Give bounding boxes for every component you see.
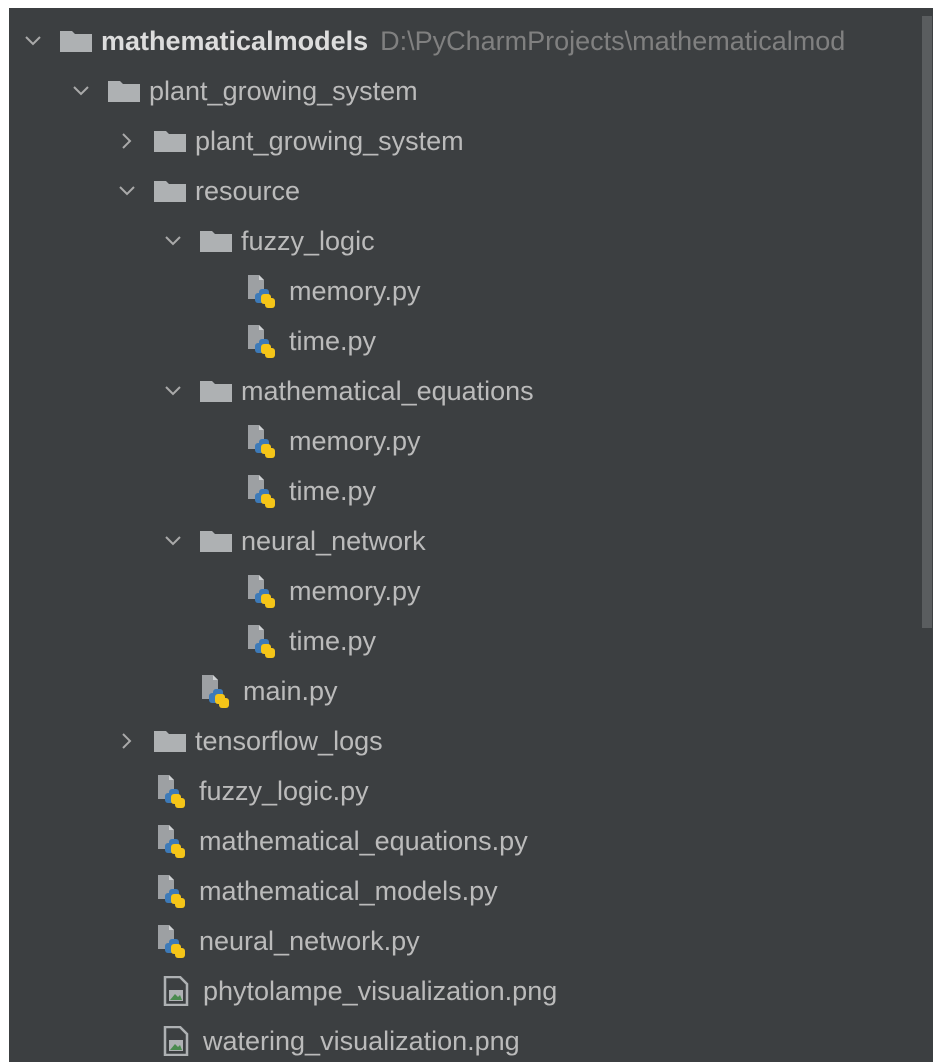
project-tree: mathematicalmodels D:\PyCharmProjects\ma… bbox=[9, 8, 921, 1062]
tree-node-label: plant_growing_system bbox=[149, 75, 418, 106]
folder-icon bbox=[199, 529, 233, 553]
tree-node-folder[interactable]: tensorflow_logs bbox=[9, 716, 921, 766]
tree-node-label: tensorflow_logs bbox=[195, 725, 383, 756]
python-file-icon bbox=[155, 823, 191, 859]
tree-node-file[interactable]: mathematical_equations.py bbox=[9, 816, 921, 866]
folder-icon bbox=[59, 29, 93, 53]
tree-node-folder[interactable]: fuzzy_logic bbox=[9, 216, 921, 266]
tree-node-label: plant_growing_system bbox=[195, 125, 464, 156]
tree-node-label: fuzzy_logic.py bbox=[199, 775, 369, 806]
python-file-icon bbox=[155, 773, 191, 809]
python-file-icon bbox=[155, 923, 191, 959]
project-tool-window: mathematicalmodels D:\PyCharmProjects\ma… bbox=[9, 8, 933, 1062]
tree-node-file[interactable]: mathematical_models.py bbox=[9, 866, 921, 916]
chevron-right-icon[interactable] bbox=[113, 727, 141, 755]
tree-node-root[interactable]: mathematicalmodels D:\PyCharmProjects\ma… bbox=[9, 16, 921, 66]
tree-node-folder[interactable]: neural_network bbox=[9, 516, 921, 566]
tree-node-file[interactable]: main.py bbox=[9, 666, 921, 716]
folder-icon bbox=[153, 129, 187, 153]
python-file-icon bbox=[245, 273, 281, 309]
python-file-icon bbox=[245, 323, 281, 359]
tree-node-label: neural_network bbox=[241, 525, 426, 556]
tree-node-label: main.py bbox=[243, 675, 338, 706]
tree-node-file[interactable]: watering_visualization.png bbox=[9, 1016, 921, 1062]
tree-node-label: time.py bbox=[289, 625, 377, 656]
tree-node-file[interactable]: time.py bbox=[9, 616, 921, 666]
tree-node-label: mathematical_equations bbox=[241, 375, 534, 406]
chevron-down-icon[interactable] bbox=[159, 227, 187, 255]
root-folder-label: mathematicalmodels bbox=[101, 25, 369, 56]
tree-node-label: time.py bbox=[289, 475, 377, 506]
tree-node-file[interactable]: neural_network.py bbox=[9, 916, 921, 966]
python-file-icon bbox=[245, 623, 281, 659]
chevron-down-icon[interactable] bbox=[113, 177, 141, 205]
tree-node-label: time.py bbox=[289, 325, 377, 356]
tree-node-label: resource bbox=[195, 175, 301, 206]
tree-node-file[interactable]: memory.py bbox=[9, 416, 921, 466]
chevron-right-icon[interactable] bbox=[113, 127, 141, 155]
python-file-icon bbox=[245, 423, 281, 459]
tree-node-label: memory.py bbox=[289, 575, 421, 606]
scrollbar-thumb[interactable] bbox=[922, 16, 932, 628]
chevron-down-icon[interactable] bbox=[159, 377, 187, 405]
root-path-label: D:\PyCharmProjects\mathematicalmod bbox=[380, 25, 846, 56]
tree-node-label: memory.py bbox=[289, 275, 421, 306]
folder-icon bbox=[107, 79, 141, 103]
tree-node-file[interactable]: phytolampe_visualization.png bbox=[9, 966, 921, 1016]
tree-node-label: phytolampe_visualization.png bbox=[203, 975, 558, 1006]
folder-icon bbox=[153, 729, 187, 753]
tree-node-label: watering_visualization.png bbox=[203, 1025, 520, 1056]
tree-node-label: mathematical_models.py bbox=[199, 875, 498, 906]
folder-icon bbox=[199, 379, 233, 403]
tree-node-file[interactable]: time.py bbox=[9, 466, 921, 516]
tree-node-file[interactable]: time.py bbox=[9, 316, 921, 366]
tree-node-file[interactable]: memory.py bbox=[9, 566, 921, 616]
python-file-icon bbox=[245, 473, 281, 509]
folder-icon bbox=[153, 179, 187, 203]
folder-icon bbox=[199, 229, 233, 253]
chevron-down-icon[interactable] bbox=[67, 77, 95, 105]
tree-node-folder[interactable]: plant_growing_system bbox=[9, 66, 921, 116]
tree-node-file[interactable]: fuzzy_logic.py bbox=[9, 766, 921, 816]
tree-node-folder[interactable]: mathematical_equations bbox=[9, 366, 921, 416]
tree-node-label: neural_network.py bbox=[199, 925, 420, 956]
tree-node-label: fuzzy_logic bbox=[241, 225, 375, 256]
tree-node-label: mathematical_equations.py bbox=[199, 825, 528, 856]
tree-node-label: memory.py bbox=[289, 425, 421, 456]
tree-node-folder[interactable]: plant_growing_system bbox=[9, 116, 921, 166]
tree-node-file[interactable]: memory.py bbox=[9, 266, 921, 316]
image-file-icon bbox=[163, 976, 189, 1006]
tree-node-folder[interactable]: resource bbox=[9, 166, 921, 216]
image-file-icon bbox=[163, 1026, 189, 1056]
chevron-down-icon[interactable] bbox=[19, 27, 47, 55]
python-file-icon bbox=[245, 573, 281, 609]
vertical-scrollbar[interactable] bbox=[921, 8, 933, 1062]
chevron-down-icon[interactable] bbox=[159, 527, 187, 555]
python-file-icon bbox=[199, 673, 235, 709]
python-file-icon bbox=[155, 873, 191, 909]
